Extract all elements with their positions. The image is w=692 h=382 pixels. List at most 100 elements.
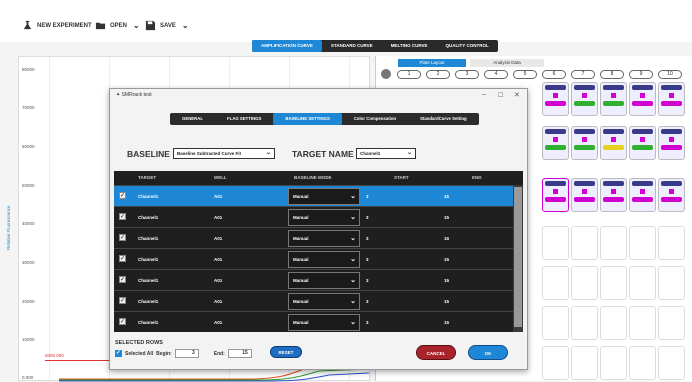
baseline-mode-select[interactable]: Manual ⌄ xyxy=(288,272,360,289)
table-row[interactable]: ✓ Channel1 A01 Manual ⌄ 3 15 xyxy=(114,185,513,206)
plate-well[interactable] xyxy=(658,226,685,260)
baseline-mode-select[interactable]: Manual ⌄ xyxy=(288,209,360,226)
end-cell[interactable]: 15 xyxy=(444,207,449,228)
close-icon[interactable]: ✕ xyxy=(514,91,520,99)
tab-plate-layout[interactable]: Plate Layout xyxy=(398,59,466,67)
end-cell[interactable]: 15 xyxy=(444,291,449,312)
column-header[interactable]: BASELINE MODE xyxy=(294,171,332,185)
end-cell[interactable]: 15 xyxy=(444,228,449,249)
plate-well[interactable] xyxy=(542,346,569,380)
tab-baseline-settings[interactable]: BASELINE SETTINGS xyxy=(273,113,342,125)
row-checkbox[interactable]: ✓ xyxy=(119,297,126,304)
plate-well[interactable] xyxy=(571,226,598,260)
table-row[interactable]: ✓ Channel1 A01 Manual ⌄ 3 15 xyxy=(114,290,513,311)
plate-well[interactable] xyxy=(629,346,656,380)
table-row[interactable]: ✓ Channel1 A01 Manual ⌄ 3 15 xyxy=(114,227,513,248)
target-name-select[interactable]: Channel1 ⌄ xyxy=(356,148,416,159)
table-row[interactable]: ✓ Channel1 A01 Manual ⌄ 3 15 xyxy=(114,269,513,290)
select-all-wells-button[interactable] xyxy=(381,69,391,79)
start-cell[interactable]: 3 xyxy=(366,186,369,207)
open-button[interactable]: OPEN ⌄ xyxy=(95,20,140,31)
plate-well[interactable] xyxy=(571,126,598,160)
save-button[interactable]: SAVE ⌄ xyxy=(145,20,189,31)
plate-well[interactable] xyxy=(542,266,569,300)
plate-well[interactable] xyxy=(658,266,685,300)
column-header[interactable]: 10 xyxy=(658,70,682,79)
plate-well[interactable] xyxy=(542,82,569,116)
table-row[interactable]: ✓ Channel1 A01 Manual ⌄ 3 15 xyxy=(114,248,513,269)
end-cell[interactable]: 15 xyxy=(444,312,449,333)
plate-well[interactable] xyxy=(571,346,598,380)
plate-well[interactable] xyxy=(629,306,656,340)
plate-well[interactable] xyxy=(658,126,685,160)
minimize-icon[interactable]: – xyxy=(482,91,486,98)
end-cell[interactable]: 15 xyxy=(444,249,449,270)
plate-well[interactable] xyxy=(629,178,656,212)
cancel-button[interactable]: CANCEL xyxy=(416,345,456,360)
baseline-mode-select[interactable]: Manual ⌄ xyxy=(288,314,360,331)
new-experiment-button[interactable]: NEW EXPERIMENT xyxy=(22,20,92,31)
baseline-mode-select[interactable]: Manual ⌄ xyxy=(288,251,360,268)
column-header[interactable]: 8 xyxy=(600,70,624,79)
start-cell[interactable]: 3 xyxy=(366,228,369,249)
plate-well[interactable] xyxy=(629,126,656,160)
column-header[interactable]: 3 xyxy=(455,70,479,79)
plate-well[interactable] xyxy=(658,306,685,340)
column-header[interactable]: 9 xyxy=(629,70,653,79)
plate-well[interactable] xyxy=(571,82,598,116)
end-cell[interactable]: 15 xyxy=(444,270,449,291)
column-header[interactable]: 1 xyxy=(397,70,421,79)
plate-well[interactable] xyxy=(571,266,598,300)
end-stepper[interactable]: 15 xyxy=(227,349,252,358)
table-row[interactable]: ✓ Channel1 A01 Manual ⌄ 3 15 xyxy=(114,311,513,332)
plate-well[interactable] xyxy=(658,178,685,212)
column-header[interactable]: 7 xyxy=(571,70,595,79)
column-header[interactable]: 4 xyxy=(484,70,508,79)
end-cell[interactable]: 15 xyxy=(444,186,449,207)
scrollbar-thumb[interactable] xyxy=(514,187,522,327)
tab-amplification-curve[interactable]: AMPLIFICATION CURVE xyxy=(252,40,322,52)
plate-well[interactable] xyxy=(542,178,569,212)
plate-well[interactable] xyxy=(571,306,598,340)
baseline-select[interactable]: Baseline Subtracted Curve Fit ⌄ xyxy=(173,148,275,159)
tab-general[interactable]: GENERAL xyxy=(170,113,215,125)
start-cell[interactable]: 3 xyxy=(366,207,369,228)
plate-well[interactable] xyxy=(629,82,656,116)
tab-analysis-data[interactable]: Analysis Data xyxy=(470,59,544,67)
plate-well[interactable] xyxy=(658,346,685,380)
start-cell[interactable]: 3 xyxy=(366,291,369,312)
reset-button[interactable]: RESET xyxy=(270,346,302,358)
plate-well[interactable] xyxy=(600,226,627,260)
ok-button[interactable]: OK xyxy=(468,345,508,360)
tab-color-compensation[interactable]: Color Compensation xyxy=(342,113,408,125)
plate-well[interactable] xyxy=(542,226,569,260)
plate-well[interactable] xyxy=(629,226,656,260)
begin-stepper[interactable]: 3 xyxy=(174,349,199,358)
row-checkbox[interactable]: ✓ xyxy=(119,234,126,241)
plate-well[interactable] xyxy=(600,126,627,160)
column-header[interactable]: START xyxy=(394,171,409,185)
plate-well[interactable] xyxy=(600,82,627,116)
maximize-icon[interactable]: ☐ xyxy=(498,92,503,99)
table-scrollbar[interactable] xyxy=(513,185,523,332)
plate-well[interactable] xyxy=(600,306,627,340)
column-header[interactable]: WELL xyxy=(214,171,227,185)
column-header[interactable]: 5 xyxy=(513,70,537,79)
column-header[interactable]: 2 xyxy=(426,70,450,79)
plate-well[interactable] xyxy=(571,178,598,212)
table-row[interactable]: ✓ Channel1 A01 Manual ⌄ 3 15 xyxy=(114,206,513,227)
row-checkbox[interactable]: ✓ xyxy=(119,213,126,220)
baseline-mode-select[interactable]: Manual ⌄ xyxy=(288,188,360,205)
baseline-mode-select[interactable]: Manual ⌄ xyxy=(288,293,360,310)
plate-well[interactable] xyxy=(600,178,627,212)
tab-flag-settings[interactable]: FLAG SETTINGS xyxy=(215,113,273,125)
tab-melting-curve[interactable]: MELTING CURVE xyxy=(382,40,437,52)
start-cell[interactable]: 3 xyxy=(366,312,369,333)
row-checkbox[interactable]: ✓ xyxy=(119,276,126,283)
start-cell[interactable]: 3 xyxy=(366,270,369,291)
tab-quality-control[interactable]: QUALITY CONTROL xyxy=(437,40,498,52)
plate-well[interactable] xyxy=(600,346,627,380)
plate-well[interactable] xyxy=(542,126,569,160)
plate-well[interactable] xyxy=(629,266,656,300)
tab-standard-curve-setting[interactable]: StandardCurve Setting xyxy=(408,113,479,125)
